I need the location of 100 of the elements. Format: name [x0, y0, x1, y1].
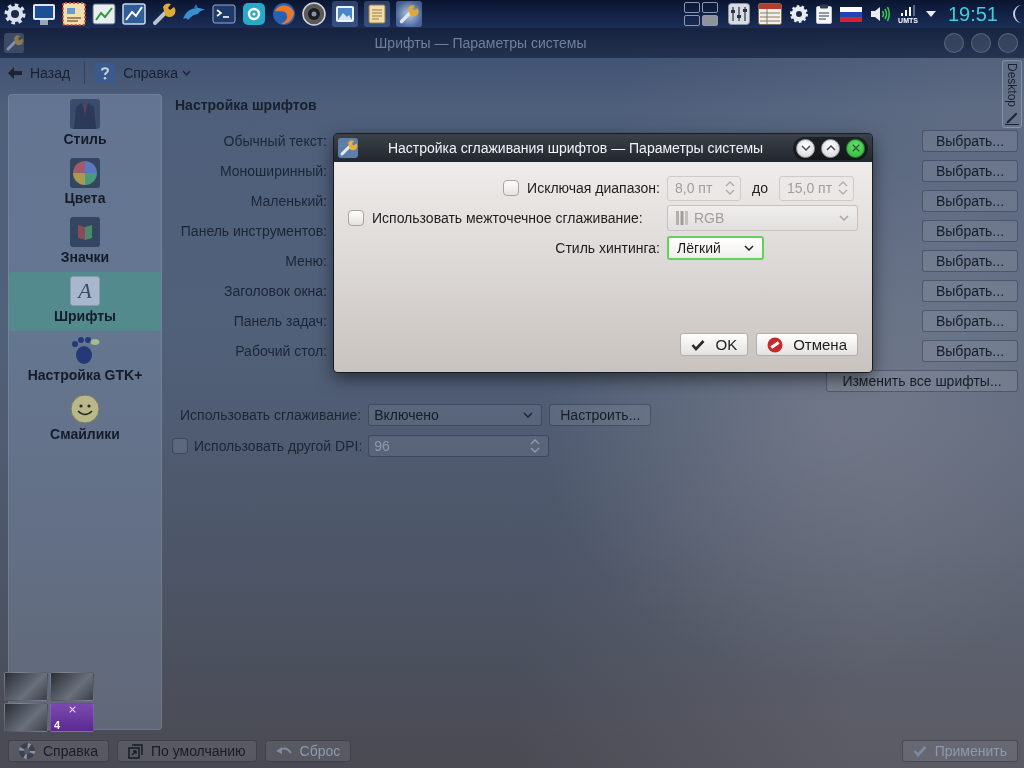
- help-button[interactable]: Справка: [91, 60, 183, 86]
- help-button[interactable]: Справка: [8, 740, 109, 762]
- app-tile-icon[interactable]: [242, 2, 266, 26]
- footprint-icon: [70, 335, 100, 365]
- cancel-button[interactable]: Отмена: [756, 333, 858, 356]
- chevron-down-icon: [744, 245, 754, 251]
- camera-lens-icon[interactable]: [302, 2, 326, 26]
- minimize-button[interactable]: [796, 138, 815, 158]
- restore-icon: [127, 743, 143, 759]
- field-label: Стиль хинтинга:: [555, 240, 660, 256]
- mixer-icon[interactable]: [728, 3, 751, 25]
- defaults-button[interactable]: По умолчанию: [116, 740, 257, 762]
- choose-button[interactable]: Выбрать...: [922, 340, 1018, 362]
- back-arrow-icon: [8, 67, 22, 79]
- chevron-up-icon: [825, 145, 836, 151]
- choose-button[interactable]: Выбрать...: [922, 310, 1018, 332]
- clock[interactable]: 19:51: [947, 2, 998, 26]
- smiley-icon: [70, 394, 100, 424]
- check-icon: [912, 745, 927, 757]
- desktop-thumbnail[interactable]: [684, 15, 701, 26]
- flag-icon[interactable]: [840, 6, 863, 22]
- dropdown[interactable]: Лёгкий: [667, 236, 764, 260]
- globe-icon[interactable]: [272, 2, 296, 26]
- field-label: Заголовок окна:: [222, 283, 327, 299]
- picture-icon: [335, 4, 355, 24]
- field-label: Панель задач:: [232, 313, 327, 329]
- checkbox[interactable]: [348, 210, 364, 226]
- dropdown[interactable]: Включено: [368, 404, 543, 426]
- spin-box[interactable]: 96: [368, 435, 550, 457]
- chevron-down-icon: [839, 215, 849, 221]
- signal-icon[interactable]: [901, 4, 915, 16]
- undo-icon: [275, 745, 292, 757]
- sidebar-item[interactable]: Смайлики: [9, 390, 161, 449]
- task-button[interactable]: [332, 1, 358, 27]
- maximize-button[interactable]: [821, 138, 840, 158]
- cog-icon[interactable]: [4, 3, 26, 25]
- spin-box[interactable]: 15,0 пт: [778, 175, 854, 201]
- sidebar-item[interactable]: Настройка GTK+: [9, 331, 161, 390]
- sidebar-item[interactable]: Стиль: [9, 95, 161, 154]
- sidebar-item[interactable]: Значки: [9, 213, 161, 272]
- dialog-title: Настройка сглаживания шрифтов — Параметры системы: [386, 140, 765, 156]
- sidebar-item[interactable]: A Шрифты: [9, 272, 161, 331]
- field-label: Рабочий стол:: [234, 343, 327, 359]
- dropdown[interactable]: RGB: [667, 205, 858, 231]
- wrench-icon[interactable]: [152, 2, 176, 26]
- no-entry-icon: [767, 336, 784, 353]
- desktop-thumbnail[interactable]: 4: [50, 703, 94, 732]
- field-label: до: [752, 180, 768, 196]
- field-label: Маленький:: [249, 193, 327, 209]
- stripes-icon: [676, 211, 688, 225]
- choose-button[interactable]: Выбрать...: [922, 160, 1018, 182]
- checkbox[interactable]: [503, 180, 520, 196]
- chart-icon[interactable]: [92, 2, 116, 26]
- spin-box[interactable]: 8,0 пт: [667, 175, 741, 201]
- help-icon: [95, 63, 116, 83]
- letter-icon[interactable]: [62, 2, 86, 26]
- volume-icon[interactable]: [870, 4, 891, 24]
- checkbox[interactable]: [172, 438, 188, 454]
- field-label: Использовать межточечное сглаживание:: [372, 210, 643, 226]
- choose-button[interactable]: Выбрать...: [922, 190, 1018, 212]
- task-button[interactable]: [364, 1, 390, 27]
- close-button[interactable]: [846, 138, 865, 158]
- choose-button[interactable]: Выбрать...: [922, 250, 1018, 272]
- field-label: Моноширинный:: [218, 163, 327, 179]
- terminal-icon[interactable]: [212, 2, 236, 26]
- moon-icon[interactable]: [1010, 4, 1022, 24]
- choose-button[interactable]: Выбрать...: [922, 130, 1018, 152]
- field-label: Панель инструментов:: [179, 223, 327, 239]
- desktop-tab[interactable]: Desktop: [1002, 60, 1022, 128]
- field-label: Меню:: [284, 253, 327, 269]
- change-all-button[interactable]: Изменить все шрифты...: [826, 370, 1018, 392]
- color-wheel-icon: [70, 158, 100, 188]
- desktop-thumbnail[interactable]: [702, 15, 719, 26]
- back-button[interactable]: Назад: [4, 60, 75, 86]
- sidebar-item[interactable]: Цвета: [9, 154, 161, 213]
- notepad-icon: [367, 4, 387, 24]
- desktop-thumbnail[interactable]: [702, 2, 719, 13]
- book-icon: [70, 217, 100, 247]
- monitor-icon[interactable]: [32, 2, 56, 26]
- window-title: Шрифты — Параметры системы: [373, 35, 588, 51]
- gear-icon[interactable]: [790, 5, 809, 23]
- ok-button[interactable]: OK: [680, 333, 749, 356]
- wrench-icon: [4, 33, 24, 53]
- choose-button[interactable]: Выбрать...: [922, 280, 1018, 302]
- desktop-thumbnail[interactable]: [684, 2, 701, 13]
- task-button[interactable]: [396, 1, 422, 27]
- choose-button[interactable]: Выбрать...: [922, 220, 1018, 242]
- wrench-icon: [399, 4, 419, 24]
- field-label: Использовать сглаживание:: [180, 407, 362, 423]
- clipboard-icon[interactable]: [816, 4, 833, 24]
- close-icon: [68, 706, 76, 713]
- font-sample: A: [70, 276, 100, 306]
- field-label: Обычный текст:: [222, 133, 327, 149]
- field-label: Использовать другой DPI:: [194, 438, 363, 454]
- spin-arrows-icon: [837, 180, 848, 196]
- configure-button[interactable]: Настроить...: [549, 404, 652, 426]
- caret-icon[interactable]: [925, 11, 936, 17]
- wrench-icon: [338, 138, 358, 158]
- chart-window-icon[interactable]: [122, 2, 146, 26]
- table-icon[interactable]: [758, 3, 783, 25]
